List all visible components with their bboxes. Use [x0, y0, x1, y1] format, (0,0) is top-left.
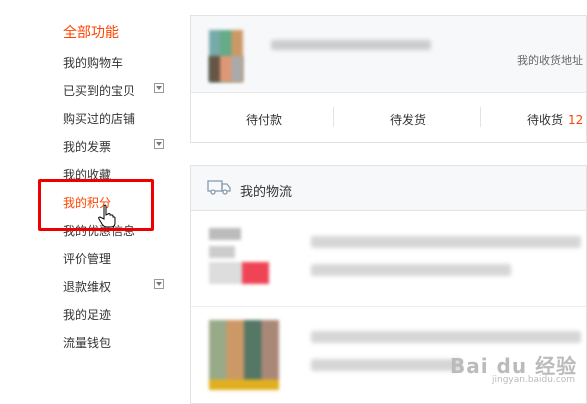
blurred-text: [311, 359, 461, 371]
truck-icon: [207, 180, 231, 195]
sidebar-item-refunds[interactable]: 退款维权: [63, 278, 111, 295]
blurred-thumbnail: [209, 262, 269, 284]
chevron-down-icon[interactable]: [154, 83, 164, 93]
divider: [333, 107, 334, 127]
logistics-title: 我的物流: [240, 185, 293, 200]
blurred-thumbnail: [209, 246, 235, 258]
hand-cursor-icon: [98, 204, 116, 228]
sidebar-item-data-wallet[interactable]: 流量钱包: [63, 334, 111, 351]
sidebar-item-purchased[interactable]: 已买到的宝贝: [63, 82, 135, 99]
divider: [191, 306, 586, 307]
sidebar-item-footprints[interactable]: 我的足迹: [63, 306, 111, 323]
sidebar-item-reviews[interactable]: 评价管理: [63, 250, 111, 267]
divider: [480, 107, 481, 127]
status-label: 待收货: [527, 113, 564, 127]
blurred-thumbnail[interactable]: [209, 228, 241, 240]
status-pending-shipment[interactable]: 待发货: [390, 111, 426, 128]
address-link[interactable]: 我的收货地址: [517, 52, 583, 68]
chevron-down-icon[interactable]: [154, 279, 164, 289]
status-label: 待发货: [390, 113, 427, 127]
blurred-username: [271, 40, 431, 50]
chevron-down-icon[interactable]: [154, 139, 164, 149]
order-status-row: 待付款 待发货 待收货 12: [191, 92, 586, 143]
sidebar-item-invoice[interactable]: 我的发票: [63, 138, 111, 155]
blurred-text: [311, 331, 581, 343]
status-pending-receipt[interactable]: 待收货 12: [527, 111, 583, 128]
profile-summary: 我的收货地址: [191, 16, 586, 92]
status-count: 12: [568, 113, 584, 127]
blurred-text: [311, 264, 511, 276]
logistics-header: 我的物流: [191, 166, 586, 211]
sidebar: 全部功能 我的购物车 已买到的宝贝 购买过的店铺 我的发票 我的收藏 我的积分 …: [0, 0, 185, 404]
watermark-url: jingyan.baidu.com: [492, 375, 576, 385]
blurred-text: [311, 236, 581, 248]
avatar-lower: [209, 56, 243, 82]
blurred-thumbnail[interactable]: [209, 320, 279, 390]
sidebar-item-shops[interactable]: 购买过的店铺: [63, 110, 135, 127]
status-label: 待付款: [246, 113, 283, 127]
profile-panel: 我的收货地址 待付款 待发货 待收货 12: [190, 15, 587, 143]
sidebar-item-cart[interactable]: 我的购物车: [63, 54, 123, 71]
sidebar-title: 全部功能: [63, 25, 119, 41]
status-pending-payment[interactable]: 待付款: [246, 111, 282, 128]
highlight-annotation: [38, 179, 154, 231]
